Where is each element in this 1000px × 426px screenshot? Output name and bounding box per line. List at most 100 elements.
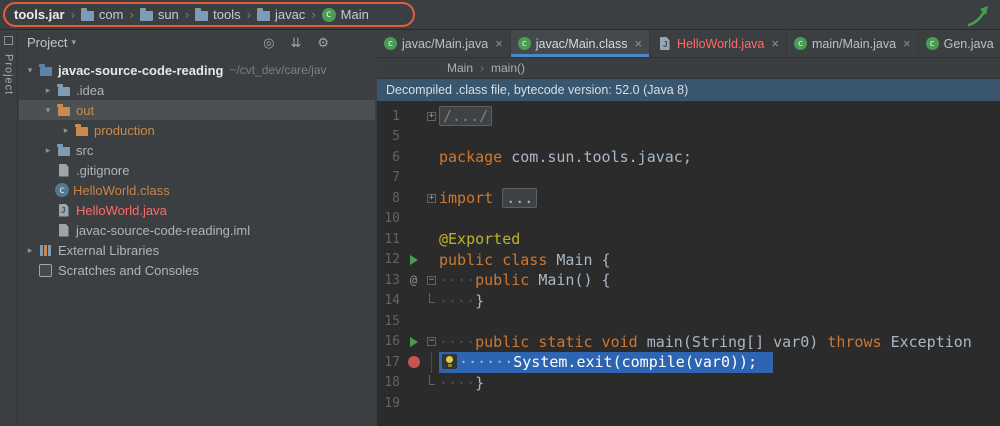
run-icon[interactable] xyxy=(410,337,418,347)
line-number[interactable]: 15 xyxy=(377,314,403,329)
tab-main/Main.java[interactable]: cmain/Main.java× xyxy=(787,30,919,57)
breadcrumb-item-javac[interactable]: javac xyxy=(257,7,305,22)
code-line-7[interactable]: 7 xyxy=(377,168,1000,189)
tree-item-.gitignore[interactable]: .gitignore xyxy=(19,160,375,180)
fold-column xyxy=(424,127,439,148)
code-line-18[interactable]: 18····} xyxy=(377,373,1000,394)
tree-item-.idea[interactable]: ▸ .idea xyxy=(19,80,375,100)
code-line-15[interactable]: 15 xyxy=(377,311,1000,332)
locate-icon[interactable]: ◎ xyxy=(263,35,274,51)
line-number[interactable]: 7 xyxy=(377,170,403,185)
code-line-10[interactable]: 10 xyxy=(377,209,1000,230)
tool-window-stripe: Project xyxy=(0,30,18,426)
line-number[interactable]: 5 xyxy=(377,129,403,144)
code-line-16[interactable]: 16−····public static void main(String[] … xyxy=(377,332,1000,353)
fold-collapse-icon[interactable]: − xyxy=(427,276,436,285)
chevron-down-icon[interactable]: ▾ xyxy=(71,37,76,48)
tree-item-Scratches and Consoles[interactable]: Scratches and Consoles xyxy=(19,260,375,280)
tree-item-production[interactable]: ▸production xyxy=(19,120,375,140)
line-number[interactable]: 11 xyxy=(377,232,403,247)
breadcrumb-item-sun[interactable]: sun xyxy=(140,7,179,22)
line-number[interactable]: 6 xyxy=(377,150,403,165)
fold-expand-icon[interactable]: + xyxy=(427,112,436,121)
line-number[interactable]: 12 xyxy=(377,252,403,267)
code-editor[interactable]: 1+/.../56package com.sun.tools.javac;78+… xyxy=(377,101,1000,426)
code-text: @Exported xyxy=(439,229,520,250)
line-number[interactable]: 13 xyxy=(377,273,403,288)
fold-expand-icon[interactable]: + xyxy=(427,194,436,203)
code-line-12[interactable]: 12public class Main { xyxy=(377,250,1000,271)
breadcrumb-item-com[interactable]: com xyxy=(81,7,124,22)
fold-column: + xyxy=(424,188,439,209)
chevron-right-icon[interactable]: ▸ xyxy=(41,85,55,96)
tab-label: HelloWorld.java xyxy=(677,37,764,51)
close-icon[interactable]: × xyxy=(903,36,911,51)
project-panel-title[interactable]: Project xyxy=(27,35,67,50)
code-line-14[interactable]: 14····} xyxy=(377,291,1000,312)
code-token: import xyxy=(439,189,502,207)
code-line-13[interactable]: 13@−····public Main() { xyxy=(377,270,1000,291)
tree-item-out[interactable]: ▾out xyxy=(19,100,375,120)
refresh-icon[interactable] xyxy=(966,5,992,27)
project-stripe-label[interactable]: Project xyxy=(3,54,15,95)
close-icon[interactable]: × xyxy=(771,36,779,51)
breadcrumb-item-main()[interactable]: main() xyxy=(491,61,525,75)
code-line-5[interactable]: 5 xyxy=(377,127,1000,148)
close-icon[interactable]: × xyxy=(634,36,642,51)
line-number[interactable]: 10 xyxy=(377,211,403,226)
chevron-down-icon[interactable]: ▾ xyxy=(41,105,55,116)
tree-item-javac-source-code-reading[interactable]: ▾javac-source-code-reading~/cvt_dev/care… xyxy=(19,60,375,80)
line-number[interactable]: 18 xyxy=(377,375,403,390)
chevron-right-icon[interactable]: ▸ xyxy=(23,245,37,256)
line-number[interactable]: 16 xyxy=(377,334,403,349)
tab-javac/Main.java[interactable]: cjavac/Main.java× xyxy=(377,30,511,57)
tab-javac/Main.class[interactable]: cjavac/Main.class× xyxy=(511,30,650,57)
breakpoint-icon[interactable] xyxy=(408,356,420,368)
close-icon[interactable]: × xyxy=(495,36,503,51)
fold-collapse-icon[interactable]: − xyxy=(427,337,436,346)
breadcrumb-separator-icon: › xyxy=(480,61,484,75)
tree-item-javac-source-code-reading.iml[interactable]: javac-source-code-reading.iml xyxy=(19,220,375,240)
collapse-all-icon[interactable]: ⇊ xyxy=(290,35,301,51)
tree-item-label: javac-source-code-reading.iml xyxy=(76,223,250,238)
tab-Gen.java[interactable]: cGen.java× xyxy=(919,30,1000,57)
tool-window-icon[interactable] xyxy=(4,36,13,45)
fold-column xyxy=(424,250,439,271)
tree-item-HelloWorld.class[interactable]: c HelloWorld.class xyxy=(19,180,375,200)
line-number[interactable]: 14 xyxy=(377,293,403,308)
fold-column: − xyxy=(424,270,439,291)
line-number[interactable]: 19 xyxy=(377,396,403,411)
class-icon: c xyxy=(55,183,69,197)
tree-item-External Libraries[interactable]: ▸External Libraries xyxy=(19,240,375,260)
chevron-right-icon[interactable]: ▸ xyxy=(59,125,73,136)
chevron-right-icon[interactable]: ▸ xyxy=(41,145,55,156)
line-number[interactable]: 8 xyxy=(377,191,403,206)
code-line-11[interactable]: 11 @Exported xyxy=(377,229,1000,250)
chevron-down-icon[interactable]: ▾ xyxy=(23,65,37,76)
tree-item-label: HelloWorld.class xyxy=(73,183,170,198)
code-text: import ... xyxy=(439,188,539,209)
tree-item-src[interactable]: ▸src xyxy=(19,140,375,160)
fold-end-marker xyxy=(429,293,435,303)
code-line-6[interactable]: 6package com.sun.tools.javac; xyxy=(377,147,1000,168)
folder-icon xyxy=(81,11,94,21)
breadcrumb: tools.jar›com›sun›tools›javac›cMain xyxy=(0,7,369,22)
code-line-1[interactable]: 1+/.../ xyxy=(377,106,1000,127)
run-icon[interactable] xyxy=(410,255,418,265)
line-number[interactable]: 1 xyxy=(377,109,403,124)
breadcrumb-item-Main[interactable]: Main xyxy=(447,61,473,75)
breadcrumb-item-tools.jar[interactable]: tools.jar xyxy=(14,7,65,22)
code-line-8[interactable]: 8 +import ... xyxy=(377,188,1000,209)
file-java-icon xyxy=(55,202,72,218)
intention-bulb-icon[interactable] xyxy=(442,354,457,369)
line-number[interactable]: 17 xyxy=(377,355,403,370)
tree-item-label: .idea xyxy=(76,83,104,98)
code-line-17[interactable]: 17········System.exit(compile(var0)); xyxy=(377,352,1000,373)
code-line-19[interactable]: 19 xyxy=(377,393,1000,414)
breadcrumb-item-tools[interactable]: tools xyxy=(195,7,240,22)
settings-icon[interactable]: ⚙ xyxy=(317,35,329,51)
tab-HelloWorld.java[interactable]: HelloWorld.java × xyxy=(650,30,787,57)
tree-item-HelloWorld.java[interactable]: HelloWorld.java xyxy=(19,200,375,220)
project-panel-header: Project ▾ ◎ ⇊ ⚙ xyxy=(19,30,375,55)
breadcrumb-item-Main[interactable]: cMain xyxy=(322,7,369,22)
